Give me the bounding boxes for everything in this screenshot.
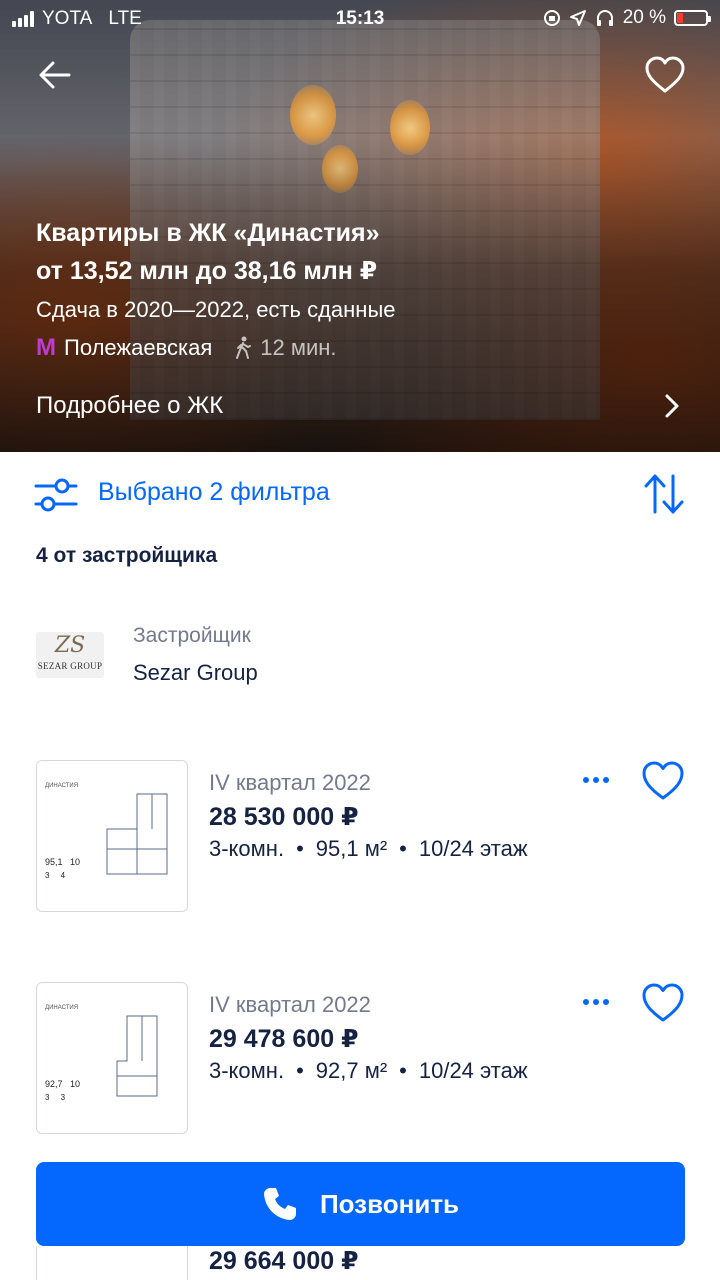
listing-price: 29 664 000 ₽ xyxy=(209,1247,359,1275)
status-bar: YOTA LTE 15:13 20 % xyxy=(0,0,720,38)
listing-quarter: IV квартал 2022 xyxy=(209,992,371,1017)
arrow-left-icon xyxy=(39,61,71,89)
headphones-icon xyxy=(596,10,613,26)
call-button-label: Позвонить xyxy=(319,1188,460,1219)
filter-button[interactable] xyxy=(34,475,78,520)
filter-bar: Выбрано 2 фильтра xyxy=(0,452,720,540)
apartment-listing-partial[interactable]: 29 664 000 ₽ xyxy=(0,1246,720,1280)
listing-price: 29 478 600 ₽ xyxy=(209,1025,359,1053)
apartment-listing[interactable]: ДИНАСТИЯ 95,1 10 3 4 IV квартал 2022 28 … xyxy=(36,760,686,912)
location-icon xyxy=(569,10,586,26)
metro-info: М Полежаевская 12 мин. xyxy=(36,331,396,365)
listing-quarter: IV квартал 2022 xyxy=(209,770,371,795)
pedestrian-icon xyxy=(236,336,252,359)
metro-station: Полежаевская xyxy=(64,335,213,360)
chevron-right-icon xyxy=(665,394,679,418)
floor-plan-drawing xyxy=(116,1015,158,1097)
complex-delivery: Сдача в 2020—2022, есть сданные xyxy=(36,297,396,322)
filter-sliders-icon xyxy=(34,478,78,512)
back-button[interactable] xyxy=(30,50,80,100)
more-options-icon[interactable] xyxy=(576,990,616,1014)
phone-icon xyxy=(263,1188,296,1220)
floor-plan-thumbnail[interactable] xyxy=(36,1246,188,1280)
developer-caption: Застройщик xyxy=(133,624,251,647)
developer-card[interactable]: ZS SEZAR GROUP Застройщик Sezar Group xyxy=(36,620,686,700)
battery-percent: 20 % xyxy=(622,7,666,28)
complex-details-label: Подробнее о ЖК xyxy=(36,392,224,419)
listing-params: 3-комн. • 92,7 м² • 10/24 этаж xyxy=(209,1058,528,1083)
favorite-listing-button[interactable] xyxy=(640,982,686,1029)
metro-icon: М xyxy=(36,334,56,361)
apartment-listing[interactable]: ДИНАСТИЯ 92,7 10 3 3 IV квартал 2022 29 … xyxy=(36,982,686,1134)
call-button[interactable]: Позвонить xyxy=(36,1162,685,1246)
heart-icon xyxy=(642,983,684,1022)
floor-plan-thumbnail[interactable]: ДИНАСТИЯ 95,1 10 3 4 xyxy=(36,760,188,912)
sort-arrows-icon xyxy=(644,474,684,514)
listing-count: 4 от застройщика xyxy=(36,544,218,567)
complex-details-link[interactable]: Подробнее о ЖК xyxy=(36,392,680,420)
listing-params: 3-комн. • 95,1 м² • 10/24 этаж xyxy=(209,836,528,861)
favorite-complex-button[interactable] xyxy=(640,50,690,100)
favorite-listing-button[interactable] xyxy=(640,760,686,807)
floor-plan-drawing xyxy=(106,793,168,875)
battery-icon xyxy=(674,10,711,26)
developer-logo: ZS SEZAR GROUP xyxy=(36,632,104,678)
listing-price: 28 530 000 ₽ xyxy=(209,803,359,831)
sort-button[interactable] xyxy=(642,472,686,521)
developer-name: Sezar Group xyxy=(133,660,258,685)
walk-time: 12 мин. xyxy=(234,331,337,365)
more-options-icon[interactable] xyxy=(576,768,616,792)
floor-plan-thumbnail[interactable]: ДИНАСТИЯ 92,7 10 3 3 xyxy=(36,982,188,1134)
complex-price-range: от 13,52 млн до 38,16 млн ₽ xyxy=(36,257,378,285)
heart-icon xyxy=(642,761,684,800)
complex-title: Квартиры в ЖК «Династия» xyxy=(36,219,380,247)
heart-icon xyxy=(645,56,685,93)
rotation-lock-icon xyxy=(543,10,560,26)
selected-filters-link[interactable]: Выбрано 2 фильтра xyxy=(98,478,330,507)
